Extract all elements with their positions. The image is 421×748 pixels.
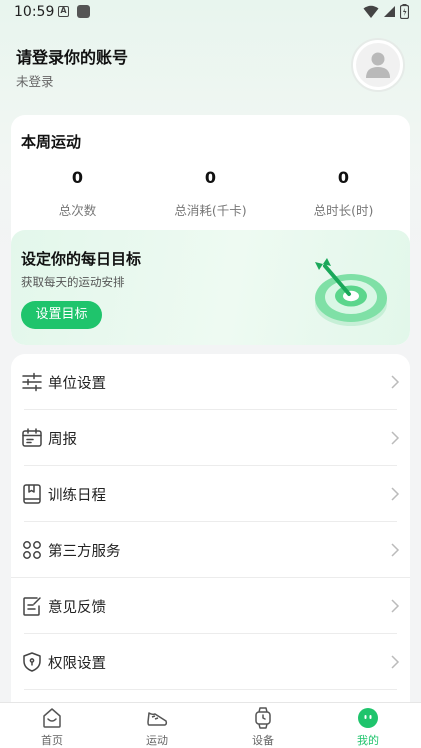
stat-label: 总时长(时)	[313, 203, 374, 218]
stat-value: 0	[337, 168, 350, 187]
divider	[24, 689, 397, 690]
goal-title: 设定你的每日目标	[21, 250, 142, 268]
calendar-icon	[22, 428, 42, 447]
menu-item-third-party-services[interactable]: 第三方服务	[11, 522, 410, 578]
shield-icon	[23, 652, 41, 672]
tab-label: 我的	[357, 734, 379, 747]
tab-devices[interactable]: 设备	[233, 707, 293, 748]
set-goal-button[interactable]: 设置目标	[21, 301, 102, 329]
book-icon	[23, 484, 41, 504]
tab-label: 设备	[252, 734, 274, 747]
goal-subtitle: 获取每天的运动安排	[21, 275, 125, 289]
chevron-right-icon	[391, 543, 400, 557]
notification-square-icon	[77, 5, 90, 18]
menu-item-unit-settings[interactable]: 单位设置	[11, 354, 410, 410]
bottom-tab-bar: 首页 运动 设备 我的	[0, 702, 421, 748]
stat-label: 总次数	[58, 203, 97, 218]
tab-mine[interactable]: 我的	[338, 707, 398, 748]
wifi-icon	[363, 5, 379, 18]
avatar[interactable]	[351, 38, 405, 92]
menu-label: 周报	[48, 432, 77, 448]
status-bar: 10:59 A	[0, 0, 421, 24]
sliders-icon	[22, 372, 42, 392]
menu-item-feedback[interactable]: 意见反馈	[11, 578, 410, 634]
stat-total-calories: 0 总消耗(千卡)	[144, 168, 277, 219]
login-prompt-title[interactable]: 请登录你的账号	[16, 44, 128, 68]
profile-icon	[358, 708, 378, 728]
chevron-right-icon	[391, 599, 400, 613]
user-icon	[366, 52, 390, 78]
avatar-placeholder	[356, 43, 400, 87]
daily-goal-banner: 设定你的每日目标 获取每天的运动安排 设置目标	[11, 230, 410, 345]
shoe-icon	[147, 712, 168, 726]
menu-item-training-schedule[interactable]: 训练日程	[11, 466, 410, 522]
menu-item-weekly-report[interactable]: 周报	[11, 410, 410, 466]
menu-label: 单位设置	[48, 376, 106, 392]
watch-icon	[255, 707, 271, 729]
chevron-right-icon	[391, 431, 400, 445]
stat-total-duration: 0 总时长(时)	[277, 168, 410, 219]
stat-label: 总消耗(千卡)	[174, 203, 247, 218]
menu-label: 训练日程	[48, 488, 106, 504]
login-status: 未登录	[16, 74, 54, 89]
target-icon	[315, 258, 387, 326]
feedback-icon	[23, 597, 41, 616]
weekly-title: 本周运动	[21, 133, 82, 151]
chevron-right-icon	[391, 655, 400, 669]
grid-icon	[23, 541, 41, 559]
weekly-summary-card: 本周运动 0 总次数 0 总消耗(千卡) 0 总时长(时) 设定你的每日目标 获…	[11, 115, 410, 345]
chevron-right-icon	[391, 487, 400, 501]
battery-icon	[400, 4, 409, 19]
menu-label: 权限设置	[48, 656, 106, 672]
menu-label: 第三方服务	[48, 544, 121, 560]
menu-label: 意见反馈	[48, 600, 106, 616]
tab-label: 运动	[146, 734, 168, 747]
menu-item-permission-settings[interactable]: 权限设置	[11, 634, 410, 690]
tab-sports[interactable]: 运动	[127, 707, 187, 748]
notification-a-icon: A	[58, 6, 69, 17]
signal-icon	[384, 6, 395, 17]
status-time: 10:59	[14, 4, 55, 20]
tab-home[interactable]: 首页	[22, 707, 82, 748]
tab-label: 首页	[41, 734, 63, 747]
stat-value: 0	[71, 168, 84, 187]
stat-total-count: 0 总次数	[11, 168, 144, 219]
home-icon	[43, 708, 61, 728]
stat-value: 0	[204, 168, 217, 187]
status-icons	[363, 4, 409, 19]
settings-menu: 单位设置 周报 训练日程 第三方服务 意见反馈 权限设置	[11, 354, 410, 714]
chevron-right-icon	[391, 375, 400, 389]
